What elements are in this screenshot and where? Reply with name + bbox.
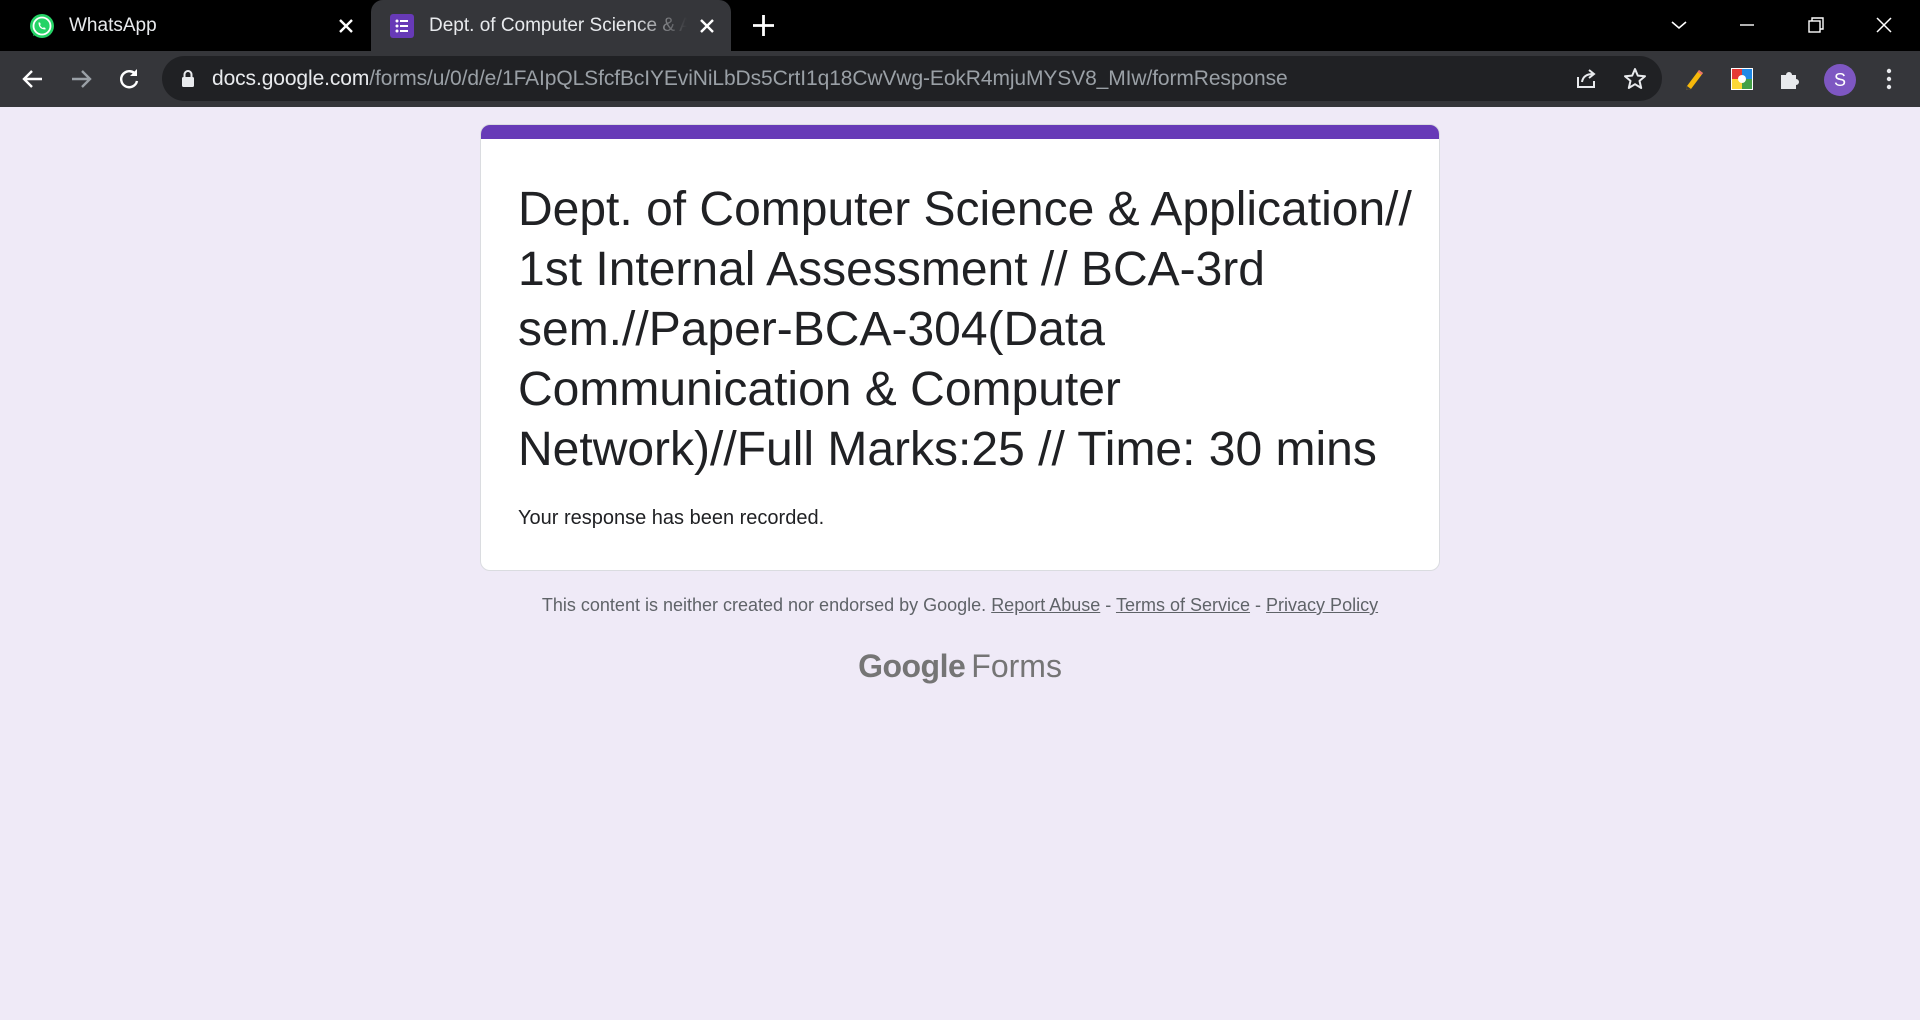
url-text[interactable]: docs.google.com/forms/u/0/d/e/1FAIpQLSfc… (212, 56, 1288, 101)
profile-avatar[interactable]: S (1824, 64, 1856, 96)
disclaimer-text: This content is neither created nor endo… (541, 595, 987, 615)
form-response-card: Dept. of Computer Science & Application/… (480, 124, 1440, 571)
tab-strip: WhatsApp Dept. of Computer Science & App… (0, 0, 1920, 51)
url-path: /forms/u/0/d/e/1FAIpQLSfcfBcIYEviNiLbDs5… (369, 67, 1288, 90)
close-tab-icon[interactable] (697, 16, 717, 36)
color-picker-extension-icon[interactable] (1729, 66, 1755, 92)
bookmark-star-icon[interactable] (1622, 66, 1648, 92)
confirmation-message: Your response has been recorded. (518, 507, 825, 529)
tab-title: Dept. of Computer Science & Application/… (429, 14, 687, 36)
form-footer: This content is neither created nor endo… (480, 595, 1440, 616)
close-window-icon[interactable] (1872, 13, 1896, 37)
tab-google-forms[interactable]: Dept. of Computer Science & Application/… (371, 0, 731, 51)
tab-title: WhatsApp (69, 14, 157, 36)
whatsapp-icon (30, 13, 54, 38)
google-wordmark: Google (858, 648, 966, 684)
browser-toolbar: docs.google.com/forms/u/0/d/e/1FAIpQLSfc… (0, 51, 1920, 107)
address-bar[interactable]: docs.google.com/forms/u/0/d/e/1FAIpQLSfc… (162, 56, 1662, 101)
extensions-puzzle-icon[interactable] (1777, 66, 1803, 92)
share-icon[interactable] (1574, 66, 1600, 92)
restore-icon[interactable] (1804, 13, 1828, 37)
terms-of-service-link[interactable]: Terms of Service (1116, 595, 1250, 615)
forms-wordmark: Forms (971, 648, 1062, 684)
lock-icon[interactable] (180, 69, 196, 88)
google-forms-logo[interactable]: Google Forms (480, 648, 1440, 685)
pencil-extension-icon[interactable] (1681, 66, 1707, 92)
google-forms-icon (390, 13, 414, 38)
browser-menu-icon[interactable] (1876, 66, 1902, 92)
forward-icon[interactable] (68, 66, 94, 92)
minimize-icon[interactable] (1735, 13, 1759, 37)
url-host: docs.google.com (212, 67, 370, 90)
privacy-policy-link[interactable]: Privacy Policy (1266, 595, 1378, 615)
tab-search-icon[interactable] (1667, 13, 1691, 37)
new-tab-icon[interactable] (750, 12, 777, 39)
tab-whatsapp[interactable]: WhatsApp (0, 0, 370, 51)
footer-separator: - (1105, 595, 1112, 615)
back-icon[interactable] (20, 66, 46, 92)
reload-icon[interactable] (116, 66, 142, 92)
footer-separator: - (1255, 595, 1262, 615)
form-accent-bar (481, 125, 1439, 139)
report-abuse-link[interactable]: Report Abuse (991, 595, 1100, 615)
form-title: Dept. of Computer Science & Application/… (518, 183, 1412, 476)
close-tab-icon[interactable] (336, 16, 356, 36)
